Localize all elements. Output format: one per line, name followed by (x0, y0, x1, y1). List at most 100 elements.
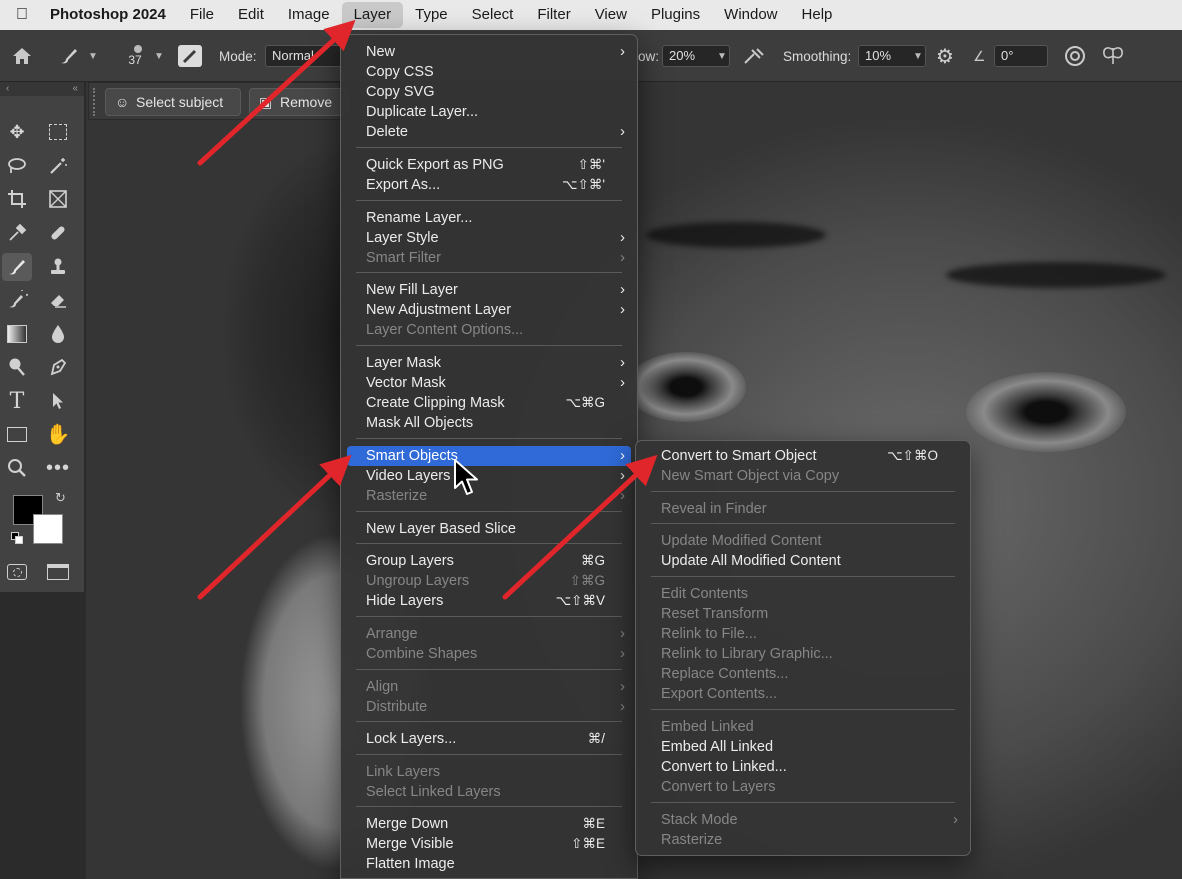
default-colors-icon[interactable] (11, 532, 23, 544)
zoom-tool-icon[interactable] (2, 454, 32, 482)
quick-mask-icon[interactable] (2, 558, 32, 586)
menu-help[interactable]: Help (790, 2, 845, 28)
screen-mode-icon[interactable] (43, 558, 73, 586)
layer-menu-item-create-clipping-mask[interactable]: Create Clipping Mask ⌥⌘G (347, 393, 631, 413)
smart-objects-item-convert-to-smart-object[interactable]: Convert to Smart Object ⌥⇧⌘O (642, 446, 964, 466)
path-selection-tool-icon[interactable] (43, 387, 73, 415)
layer-menu-item-new-layer-based-slice[interactable]: New Layer Based Slice (347, 519, 631, 539)
layer-menu-item-quick-export-as-png[interactable]: Quick Export as PNG ⇧⌘' (347, 155, 631, 175)
layer-menu-item-rename-layer[interactable]: Rename Layer... (347, 208, 631, 228)
layer-menu-item-duplicate-layer[interactable]: Duplicate Layer... (347, 102, 631, 122)
smart-objects-item-export-contents: Export Contents... (642, 684, 964, 704)
menu-item-shortcut: ⇧⌘' (577, 157, 605, 172)
brush-settings-icon[interactable] (178, 30, 202, 82)
brush-tool-icon[interactable] (2, 253, 32, 281)
lasso-tool-icon[interactable] (2, 152, 32, 180)
chevron-right-icon: › (620, 447, 625, 464)
chevron-right-icon: › (620, 678, 625, 695)
pen-tool-icon[interactable] (43, 353, 73, 381)
menu-layer[interactable]: Layer (341, 2, 404, 28)
brush-preset-icon[interactable]: ▼ (58, 30, 98, 82)
chevron-down-icon[interactable]: ▼ (913, 30, 923, 82)
symmetry-icon[interactable] (1100, 30, 1126, 82)
smart-objects-item-update-all-modified-content[interactable]: Update All Modified Content (642, 551, 964, 571)
airbrush-icon[interactable] (742, 30, 766, 82)
layer-menu-item-group-layers[interactable]: Group Layers ⌘G (347, 551, 631, 571)
remove-background-icon: ▣ (259, 94, 273, 110)
layer-menu-item-copy-css[interactable]: Copy CSS (347, 62, 631, 82)
app-name-menu[interactable]: Photoshop 2024 (44, 2, 178, 28)
task-bar-grip[interactable] (93, 88, 96, 116)
menu-view[interactable]: View (583, 2, 639, 28)
menu-filter[interactable]: Filter (525, 2, 582, 28)
layer-menu-item-layer-mask[interactable]: Layer Mask › (347, 353, 631, 373)
frame-tool-icon[interactable] (43, 185, 73, 213)
rectangle-tool-icon[interactable] (2, 420, 32, 448)
layer-menu-item-new-fill-layer[interactable]: New Fill Layer › (347, 280, 631, 300)
dodge-tool-icon[interactable] (2, 353, 32, 381)
home-icon[interactable] (10, 30, 34, 82)
move-tool-icon[interactable]: ✥ (2, 118, 32, 146)
select-subject-button[interactable]: ☺ Select subject (105, 88, 241, 116)
magic-wand-tool-icon[interactable] (43, 152, 73, 180)
menu-separator (356, 806, 622, 807)
layer-menu-item-new-adjustment-layer[interactable]: New Adjustment Layer › (347, 300, 631, 320)
layer-menu-item-new[interactable]: New › (347, 42, 631, 62)
history-brush-tool-icon[interactable] (2, 286, 32, 314)
layer-menu-item-flatten-image[interactable]: Flatten Image (347, 854, 631, 874)
clone-stamp-tool-icon[interactable] (43, 253, 73, 281)
marquee-tool-icon[interactable] (43, 118, 73, 146)
type-tool-icon[interactable]: T (2, 387, 32, 415)
menu-file[interactable]: File (178, 2, 226, 28)
menu-type[interactable]: Type (403, 2, 460, 28)
gradient-tool-icon[interactable] (2, 320, 32, 348)
layer-menu-item-hide-layers[interactable]: Hide Layers ⌥⇧⌘V (347, 591, 631, 611)
menu-separator (356, 438, 622, 439)
layer-menu-item-lock-layers[interactable]: Lock Layers... ⌘/ (347, 729, 631, 749)
healing-brush-tool-icon[interactable] (43, 219, 73, 247)
menu-plugins[interactable]: Plugins (639, 2, 712, 28)
menu-edit[interactable]: Edit (226, 2, 276, 28)
layer-menu-item-smart-objects[interactable]: Smart Objects › (347, 446, 631, 466)
layer-menu-item-layer-style[interactable]: Layer Style › (347, 228, 631, 248)
menu-select[interactable]: Select (460, 2, 526, 28)
chevron-down-icon[interactable]: ▼ (154, 30, 164, 82)
menu-item-shortcut: ⌘G (580, 553, 605, 568)
crop-tool-icon[interactable] (2, 185, 32, 213)
blur-tool-icon[interactable] (43, 320, 73, 348)
swap-colors-icon[interactable]: ↻ (55, 490, 66, 506)
menu-item-shortcut: ⌥⌘G (565, 395, 605, 410)
layer-menu-item-export-as[interactable]: Export As... ⌥⇧⌘' (347, 175, 631, 195)
chevron-right-icon: › (620, 43, 625, 60)
smart-objects-item-convert-to-linked[interactable]: Convert to Linked... (642, 757, 964, 777)
layer-menu-item-video-layers[interactable]: Video Layers › (347, 466, 631, 486)
remove-background-button[interactable]: ▣ Remove (249, 88, 349, 116)
brush-size-picker[interactable]: 37 (128, 30, 142, 82)
layer-menu-item-mask-all-objects[interactable]: Mask All Objects (347, 413, 631, 433)
layer-menu-item-merge-visible[interactable]: Merge Visible ⇧⌘E (347, 834, 631, 854)
menu-image[interactable]: Image (276, 2, 342, 28)
layer-menu-item-vector-mask[interactable]: Vector Mask › (347, 373, 631, 393)
panel-grip[interactable]: ‹ « (0, 82, 84, 96)
chevron-down-icon[interactable]: ▼ (717, 30, 727, 82)
gear-icon[interactable]: ⚙ (936, 30, 954, 82)
chevron-right-icon: › (620, 487, 625, 504)
menu-item-shortcut: ⌥⇧⌘O (887, 448, 938, 463)
pressure-icon[interactable] (1063, 30, 1087, 82)
hand-tool-icon[interactable]: ✋ (43, 420, 73, 448)
menu-item-label: Mask All Objects (366, 415, 474, 431)
apple-icon[interactable]:  (0, 6, 44, 24)
angle-field[interactable]: 0° (994, 45, 1048, 67)
chevron-down-icon[interactable]: ▼ (88, 51, 98, 62)
smart-objects-item-embed-all-linked[interactable]: Embed All Linked (642, 737, 964, 757)
menu-separator (356, 345, 622, 346)
mode-select[interactable]: Normal (265, 45, 345, 67)
eraser-tool-icon[interactable] (43, 286, 73, 314)
menu-window[interactable]: Window (712, 2, 789, 28)
more-tools-icon[interactable]: ••• (43, 454, 73, 482)
layer-menu-item-copy-svg[interactable]: Copy SVG (347, 82, 631, 102)
background-color-swatch[interactable] (33, 514, 63, 544)
layer-menu-item-merge-down[interactable]: Merge Down ⌘E (347, 814, 631, 834)
eyedropper-tool-icon[interactable] (2, 219, 32, 247)
layer-menu-item-delete[interactable]: Delete › (347, 122, 631, 142)
